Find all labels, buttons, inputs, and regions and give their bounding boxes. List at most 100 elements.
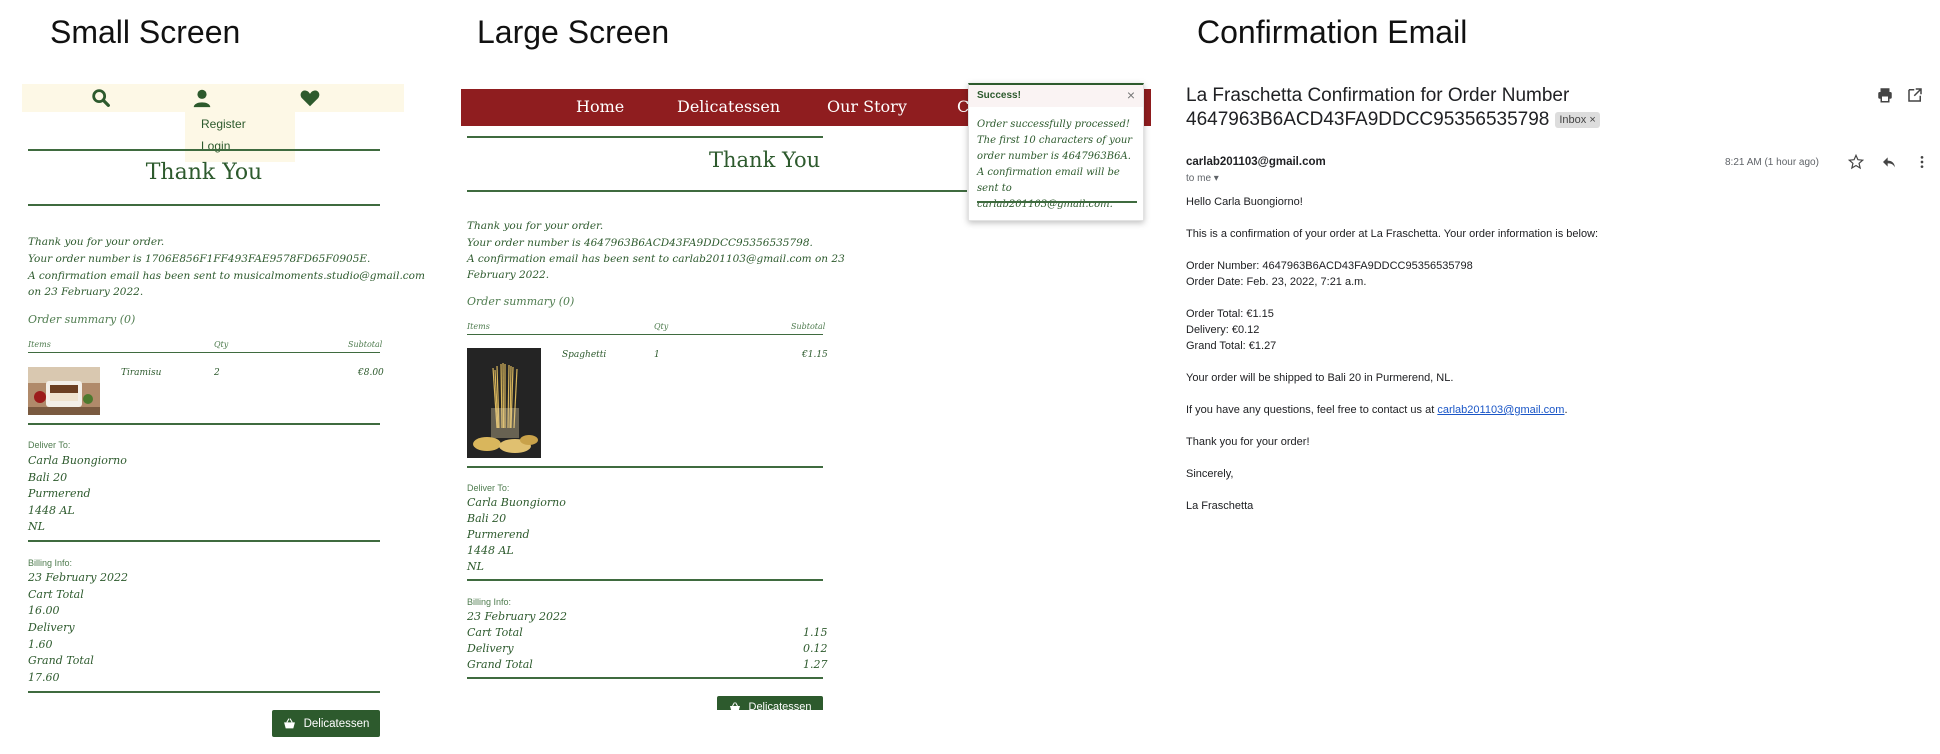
more-options-icon[interactable] [1914,154,1930,170]
thank-you-text: Thank you for your order. [28,236,165,248]
tiramisu-image [28,367,100,415]
email-subject-line-1: La Fraschetta Confirmation for Order Num… [1186,85,1570,106]
delicatessen-button-label: Delicatessen [748,701,812,710]
email-sincerely: Sincerely, [1186,468,1234,480]
deliver-country: NL [467,560,484,573]
email-sent-text: A confirmation email has been sent to mu… [28,270,425,282]
delivery-label: Delivery [467,642,514,655]
deliver-to-label: Deliver To: [28,440,71,450]
cart-total-label: Cart Total [28,588,84,601]
grand-total-value: 17.60 [28,671,60,684]
toast-title: Success! [977,90,1021,101]
col-items: Items [28,340,51,349]
email-contact-prefix: If you have any questions, feel free to … [1186,404,1438,416]
order-summary-heading: Order summary (0) [467,295,575,308]
deliver-city: Purmerend [28,487,91,500]
success-toast: Success! × Order successfully processed!… [968,83,1144,221]
cart-total-value: 16.00 [28,604,60,617]
deliver-postcode: 1448 AL [28,504,75,517]
delicatessen-button-label: Delicatessen [303,717,370,730]
star-icon[interactable] [1848,154,1864,170]
email-contact: If you have any questions, feel free to … [1186,404,1568,416]
grand-total-label: Grand Total [28,654,94,667]
divider [467,677,823,679]
divider [467,190,967,192]
delivery-value: 1.60 [28,638,53,651]
deliver-street: Bali 20 [467,512,507,525]
spaghetti-image [467,348,541,458]
deliver-postcode: 1448 AL [467,544,514,557]
divider [28,352,380,353]
email-order-number: Order Number: 4647963B6ACD43FA9DDCC95356… [1186,260,1473,272]
divider [467,136,823,138]
email-intro: This is a confirmation of your order at … [1186,228,1599,240]
divider [977,201,1137,203]
email-delivery: Delivery: €0.12 [1186,324,1260,336]
deliver-name: Carla Buongiorno [28,454,127,467]
item-name: Spaghetti [562,350,607,360]
reply-icon[interactable] [1881,154,1897,170]
open-in-new-window-icon[interactable] [1906,86,1924,104]
close-icon[interactable]: × [1127,87,1135,103]
email-sent-text: A confirmation email has been sent to ca… [467,253,845,265]
delicatessen-button-clip: Delicatessen [717,696,823,710]
page-title: Thank You [145,160,263,185]
email-greeting: Hello Carla Buongiorno! [1186,196,1303,208]
divider [28,540,380,542]
col-qty: Qty [654,322,669,331]
deliver-street: Bali 20 [28,471,68,484]
email-contact-suffix: . [1564,404,1568,416]
cart-total-value: 1.15 [803,626,828,639]
billing-date: 23 February 2022 [467,610,567,623]
grand-total-value: 1.27 [803,658,828,671]
col-qty: Qty [214,340,229,349]
thank-you-text: Thank you for your order. [467,220,604,232]
item-subtotal: €1.15 [802,350,828,360]
deliver-to-label: Deliver To: [467,483,510,493]
heart-icon[interactable] [299,87,321,109]
contact-email-link[interactable]: carlab201103@gmail.com [1437,404,1564,416]
basket-icon [729,702,740,710]
item-qty: 2 [214,368,220,378]
nav-home[interactable]: Home [576,97,624,116]
divider [467,334,823,335]
divider [28,149,380,151]
email-shipping: Your order will be shipped to Bali 20 in… [1186,372,1454,384]
order-number-text: Your order number is 1706E856F1FF493FAE9… [28,253,371,265]
grand-total-label: Grand Total [467,658,533,671]
item-subtotal: €8.00 [358,368,384,378]
email-sent-date: February 2022. [467,269,550,281]
email-signature: La Fraschetta [1186,500,1254,512]
basket-icon [283,718,295,729]
billing-info-label: Billing Info: [28,558,73,568]
col-subtotal: Subtotal [348,340,383,349]
inbox-badge[interactable]: Inbox × [1555,111,1600,128]
register-link[interactable]: Register [201,117,246,131]
print-icon[interactable] [1876,86,1894,104]
order-summary-heading: Order summary (0) [28,313,136,326]
sender-email[interactable]: carlab201103@gmail.com [1186,156,1326,168]
nav-our-story[interactable]: Our Story [827,97,907,116]
account-dropdown: Register Login [185,112,295,162]
search-icon[interactable] [90,87,112,109]
email-subject-order: 4647963B6ACD43FA9DDCC95356535798 [1186,109,1550,130]
col-items: Items [467,322,490,331]
toast-header: Success! × [969,85,1143,107]
small-screen-panel: Register Login Thank You Thank you for y… [0,0,425,754]
cart-total-label: Cart Total [467,626,523,639]
email-sent-date: on 23 February 2022. [28,286,144,298]
email-panel: La Fraschetta Confirmation for Order Num… [1180,0,1940,754]
col-subtotal: Subtotal [791,322,826,331]
delicatessen-button[interactable]: Delicatessen [272,710,380,737]
deliver-country: NL [28,520,45,533]
email-grand-total: Grand Total: €1.27 [1186,340,1277,352]
nav-delicatessen[interactable]: Delicatessen [677,97,780,116]
delivery-label: Delivery [28,621,75,634]
small-nav-bar [22,84,404,112]
delicatessen-button[interactable]: Delicatessen [717,696,823,710]
deliver-city: Purmerend [467,528,530,541]
recipient-toggle[interactable]: to me ▾ [1186,173,1219,184]
user-icon[interactable] [191,87,213,109]
divider [28,423,380,425]
divider [28,691,380,693]
